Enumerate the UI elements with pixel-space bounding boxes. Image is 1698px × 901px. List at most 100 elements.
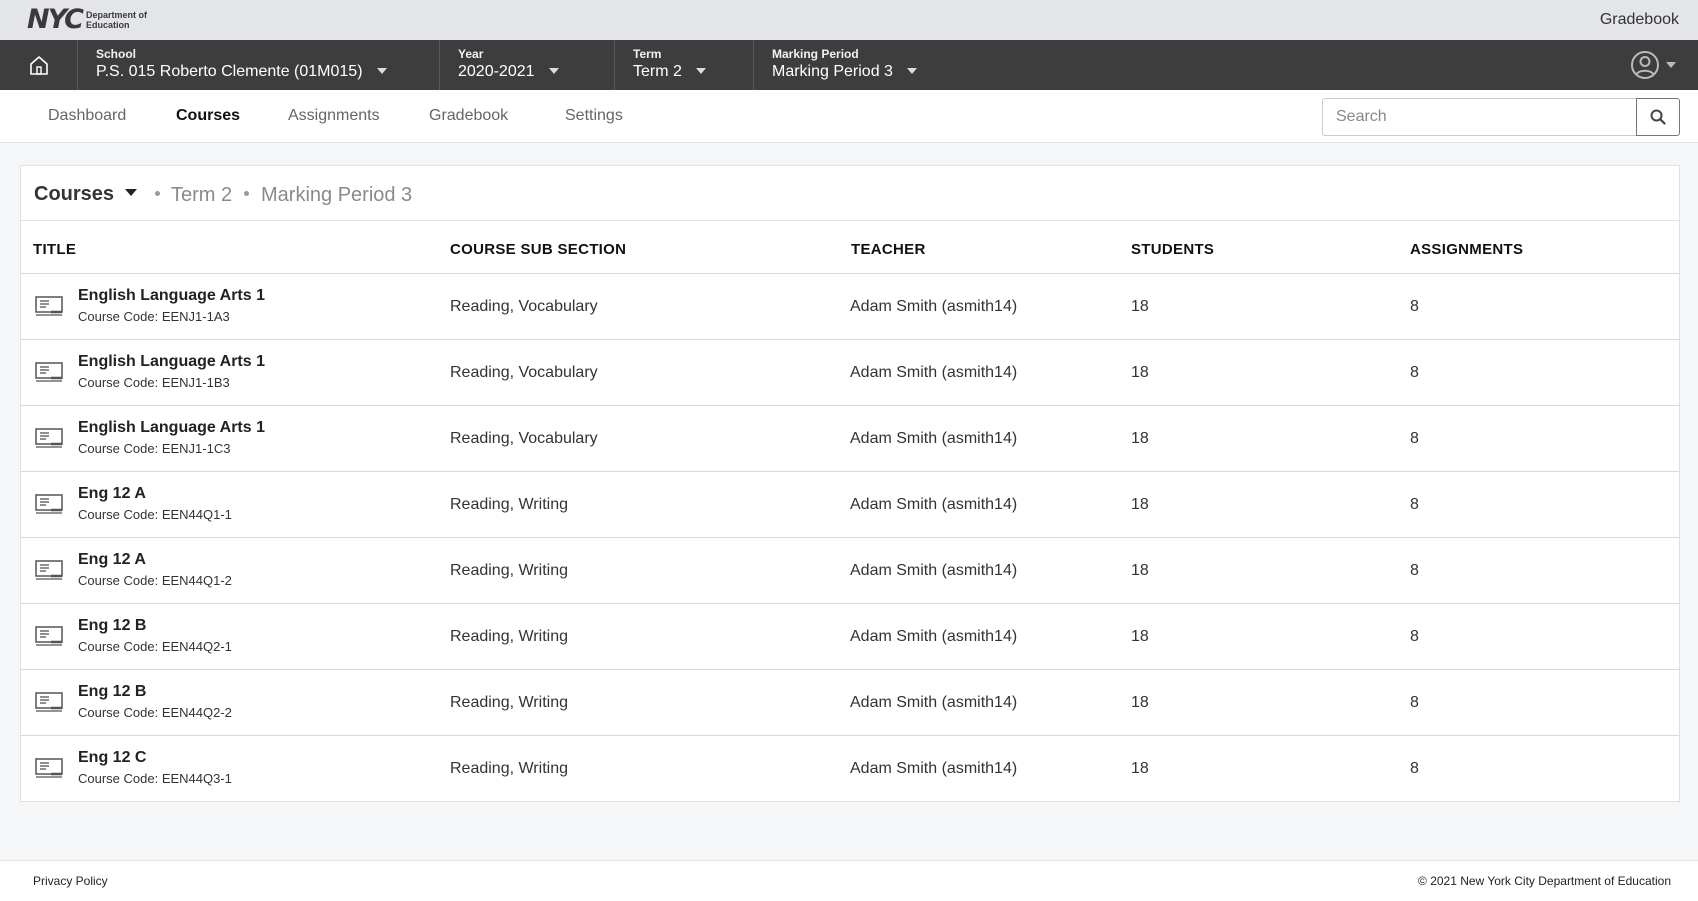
assignments-count: 8	[1410, 562, 1419, 579]
copyright: © 2021 New York City Department of Educa…	[1418, 874, 1671, 888]
logo-text: Department of Education	[86, 10, 148, 30]
search-box	[1322, 98, 1680, 136]
col-assignments[interactable]: ASSIGNMENTS	[1410, 241, 1523, 258]
course-code: Course Code: EEN44Q2-2	[78, 705, 232, 720]
course-code: Course Code: EENJ1-1B3	[78, 375, 230, 390]
table-row[interactable]: English Language Arts 1 Course Code: EENJ…	[21, 340, 1679, 406]
students-count: 18	[1131, 628, 1149, 645]
table-row[interactable]: English Language Arts 1 Course Code: EENJ…	[21, 274, 1679, 340]
logo-mark: NYC	[27, 4, 84, 35]
teacher-name: Adam Smith (asmith14)	[850, 694, 1018, 711]
user-menu-button[interactable]	[1630, 50, 1676, 80]
courses-card: Courses Term 2 Marking Period 3 TITLE CO…	[20, 165, 1680, 802]
app-title: Gradebook	[1599, 11, 1679, 28]
chevron-down-icon	[125, 189, 138, 197]
marking-period-value: Marking Period 3	[772, 63, 893, 80]
course-sub-section: Reading, Writing	[450, 562, 568, 579]
assignments-count: 8	[1410, 694, 1419, 711]
teacher-name: Adam Smith (asmith14)	[850, 364, 1018, 381]
year-selector[interactable]: Year 2020-2021	[440, 40, 615, 90]
course-code: Course Code: EEN44Q1-2	[78, 573, 232, 588]
col-title[interactable]: TITLE	[33, 241, 76, 258]
term-selector[interactable]: Term Term 2	[615, 40, 754, 90]
teacher-name: Adam Smith (asmith14)	[850, 760, 1018, 777]
chevron-down-icon	[1666, 62, 1676, 68]
table-row[interactable]: Eng 12 C Course Code: EEN44Q3-1 Reading, W…	[21, 736, 1679, 802]
context-selector-bar: School P.S. 015 Roberto Clemente (01M015…	[0, 40, 1698, 90]
chevron-down-icon	[548, 67, 559, 74]
card-header: Courses Term 2 Marking Period 3	[21, 166, 1679, 221]
nav-courses[interactable]: Courses	[176, 107, 240, 125]
course-title[interactable]: English Language Arts 1	[78, 287, 265, 305]
breadcrumb-term: Term 2	[171, 184, 233, 206]
assignments-count: 8	[1410, 298, 1419, 315]
course-board-icon	[35, 362, 63, 387]
table-row[interactable]: Eng 12 A Course Code: EEN44Q1-1 Reading, W…	[21, 472, 1679, 538]
course-sub-section: Reading, Writing	[450, 628, 568, 645]
nyc-doe-logo[interactable]: NYC Department of Education	[27, 6, 166, 34]
chevron-down-icon	[695, 67, 706, 74]
students-count: 18	[1131, 364, 1149, 381]
table-row[interactable]: Eng 12 A Course Code: EEN44Q1-2 Reading, W…	[21, 538, 1679, 604]
course-board-icon	[35, 296, 63, 321]
privacy-policy-link[interactable]: Privacy Policy	[33, 874, 108, 888]
course-board-icon	[35, 692, 63, 717]
nav-dashboard[interactable]: Dashboard	[48, 107, 126, 125]
year-label: Year	[458, 47, 484, 61]
brand-bar: NYC Department of Education Gradebook	[0, 0, 1698, 40]
course-title[interactable]: Eng 12 B	[78, 617, 146, 635]
nav-settings[interactable]: Settings	[565, 107, 623, 125]
home-icon	[29, 56, 48, 75]
school-value: P.S. 015 Roberto Clemente (01M015)	[96, 63, 363, 80]
school-label: School	[96, 47, 137, 61]
col-students[interactable]: STUDENTS	[1131, 241, 1214, 258]
table-row[interactable]: Eng 12 B Course Code: EEN44Q2-2 Reading, W…	[21, 670, 1679, 736]
card-title: Courses	[34, 183, 115, 205]
course-title[interactable]: English Language Arts 1	[78, 353, 265, 371]
course-title[interactable]: Eng 12 A	[78, 551, 146, 569]
course-sub-section: Reading, Vocabulary	[450, 430, 598, 447]
teacher-name: Adam Smith (asmith14)	[850, 430, 1018, 447]
assignments-count: 8	[1410, 496, 1419, 513]
students-count: 18	[1131, 760, 1149, 777]
school-selector[interactable]: School P.S. 015 Roberto Clemente (01M015…	[78, 40, 440, 90]
students-count: 18	[1131, 430, 1149, 447]
search-button[interactable]	[1636, 98, 1680, 136]
table-row[interactable]: English Language Arts 1 Course Code: EENJ…	[21, 406, 1679, 472]
course-code: Course Code: EEN44Q3-1	[78, 771, 232, 786]
col-course-sub-section[interactable]: COURSE SUB SECTION	[450, 241, 626, 258]
search-icon	[1650, 109, 1666, 125]
course-title[interactable]: English Language Arts 1	[78, 419, 265, 437]
course-sub-section: Reading, Vocabulary	[450, 364, 598, 381]
nav-gradebook[interactable]: Gradebook	[429, 107, 508, 125]
course-board-icon	[35, 560, 63, 585]
chevron-down-icon	[906, 67, 917, 74]
search-input[interactable]	[1322, 98, 1637, 136]
nav-assignments[interactable]: Assignments	[288, 107, 380, 125]
separator-dot	[155, 191, 160, 196]
footer: Privacy Policy © 2021 New York City Depa…	[0, 860, 1698, 901]
chevron-down-icon	[376, 67, 387, 74]
home-button[interactable]	[0, 40, 78, 90]
term-label: Term	[633, 47, 662, 61]
assignments-count: 8	[1410, 628, 1419, 645]
assignments-count: 8	[1410, 364, 1419, 381]
students-count: 18	[1131, 298, 1149, 315]
course-sub-section: Reading, Vocabulary	[450, 298, 598, 315]
course-code: Course Code: EENJ1-1C3	[78, 441, 231, 456]
table-row[interactable]: Eng 12 B Course Code: EEN44Q2-1 Reading, W…	[21, 604, 1679, 670]
col-teacher[interactable]: TEACHER	[851, 241, 926, 258]
course-title[interactable]: Eng 12 B	[78, 683, 146, 701]
course-sub-section: Reading, Writing	[450, 694, 568, 711]
course-title[interactable]: Eng 12 A	[78, 485, 146, 503]
table-body: English Language Arts 1 Course Code: EENJ…	[21, 274, 1679, 802]
table-header: TITLE COURSE SUB SECTION TEACHER STUDENT…	[21, 221, 1679, 274]
course-board-icon	[35, 428, 63, 453]
courses-dropdown[interactable]: Courses	[34, 183, 138, 206]
marking-period-label: Marking Period	[772, 47, 859, 61]
course-code: Course Code: EEN44Q1-1	[78, 507, 232, 522]
students-count: 18	[1131, 562, 1149, 579]
marking-period-selector[interactable]: Marking Period Marking Period 3	[754, 40, 974, 90]
teacher-name: Adam Smith (asmith14)	[850, 496, 1018, 513]
course-title[interactable]: Eng 12 C	[78, 749, 146, 767]
